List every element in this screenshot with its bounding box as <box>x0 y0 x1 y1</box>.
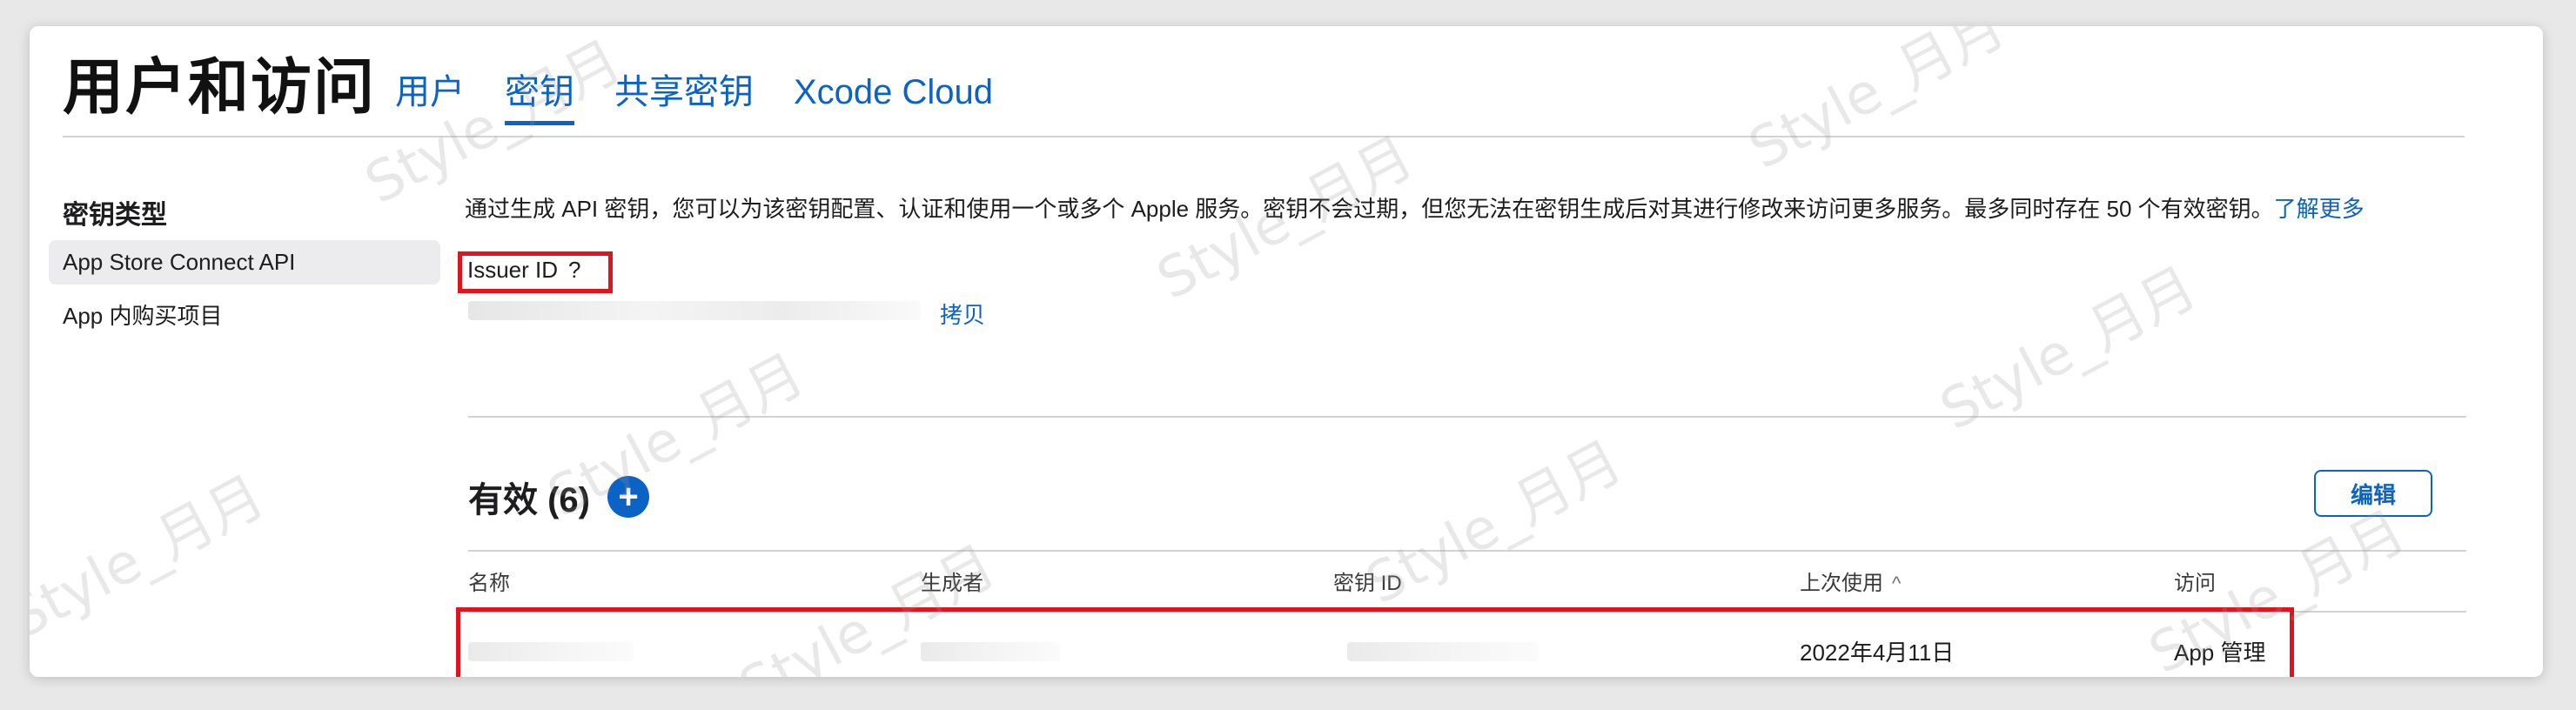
learn-more-link[interactable]: 了解更多 <box>2274 196 2365 222</box>
section-divider <box>468 416 2466 418</box>
sidebar-item-in-app-purchase[interactable]: App 内购买项目 <box>49 290 440 339</box>
column-header-name[interactable]: 名称 <box>468 566 510 596</box>
tab-users[interactable]: 用户 <box>395 71 465 125</box>
tab-bar: 用户 密钥 共享密钥 Xcode Cloud <box>395 71 993 125</box>
add-key-button[interactable]: + <box>607 476 649 518</box>
issuer-id-label: Issuer ID <box>467 257 559 283</box>
active-keys-heading-group: 有效 (6) + <box>468 472 649 522</box>
app-window: 用户和访问 用户 密钥 共享密钥 Xcode Cloud 密钥类型 App St… <box>30 26 2543 677</box>
creator-redacted <box>921 642 1060 661</box>
table-header: 名称 生成者 密钥 ID 上次使用 ^ 访问 <box>468 566 2466 600</box>
key-id-redacted <box>1347 642 1539 661</box>
header-divider <box>63 136 2465 137</box>
column-header-access[interactable]: 访问 <box>2174 566 2216 596</box>
key-name-redacted <box>468 642 634 661</box>
intro-description: 通过生成 API 密钥，您可以为该密钥配置、认证和使用一个或多个 Apple 服… <box>465 196 2274 222</box>
intro-text: 通过生成 API 密钥，您可以为该密钥配置、认证和使用一个或多个 Apple 服… <box>465 193 2466 224</box>
sort-ascending-icon: ^ <box>1892 573 1902 594</box>
active-keys-heading: 有效 (6) <box>468 481 590 519</box>
access-cell: App 管理 <box>2174 640 2266 666</box>
table-row[interactable]: 2022年4月11日 App 管理 <box>468 635 2466 673</box>
column-header-last-used[interactable]: 上次使用 ^ <box>1800 566 1901 596</box>
watermark: Style_月月 <box>1739 26 2016 183</box>
last-used-cell: 2022年4月11日 <box>1800 640 1955 666</box>
column-header-key-id[interactable]: 密钥 ID <box>1333 566 1402 596</box>
copy-button[interactable]: 拷贝 <box>940 298 985 330</box>
issuer-id-label-group: Issuer ID ? <box>467 257 581 284</box>
sidebar-item-app-store-connect-api[interactable]: App Store Connect API <box>49 240 440 285</box>
tab-xcode-cloud[interactable]: Xcode Cloud <box>794 71 993 125</box>
issuer-id-value-redacted <box>468 301 921 320</box>
column-header-last-used-label: 上次使用 <box>1800 572 1883 595</box>
watermark: Style_月月 <box>30 464 276 653</box>
page-title: 用户和访问 <box>63 53 376 121</box>
column-header-creator[interactable]: 生成者 <box>921 566 983 596</box>
sidebar: 密钥类型 App Store Connect API App 内购买项目 <box>49 193 440 345</box>
sidebar-heading: 密钥类型 <box>63 201 167 230</box>
edit-button[interactable]: 编辑 <box>2314 470 2432 517</box>
help-icon[interactable]: ? <box>568 257 580 284</box>
main-content: 通过生成 API 密钥，您可以为该密钥配置、认证和使用一个或多个 Apple 服… <box>456 193 2466 677</box>
plus-icon: + <box>618 478 639 516</box>
table-top-divider <box>468 550 2466 552</box>
tab-shared-secret[interactable]: 共享密钥 <box>614 71 754 125</box>
tab-keys[interactable]: 密钥 <box>505 71 574 125</box>
